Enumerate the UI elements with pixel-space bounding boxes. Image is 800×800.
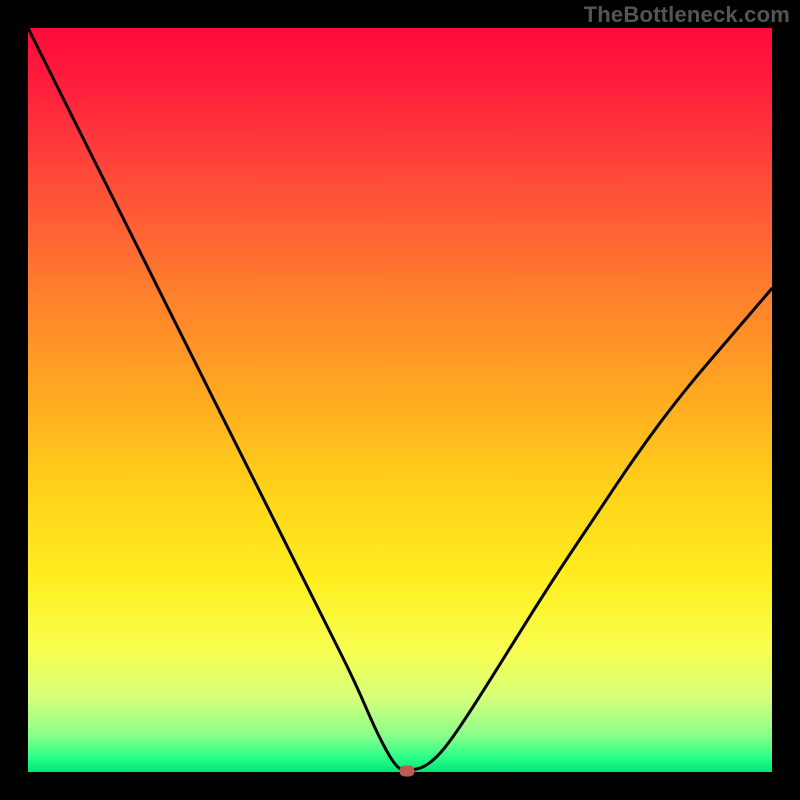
plot-area: [28, 28, 772, 772]
bottleneck-curve: [28, 28, 772, 772]
chart-frame: TheBottleneck.com: [0, 0, 800, 800]
watermark-text: TheBottleneck.com: [584, 2, 790, 28]
optimal-point-marker: [400, 765, 415, 776]
